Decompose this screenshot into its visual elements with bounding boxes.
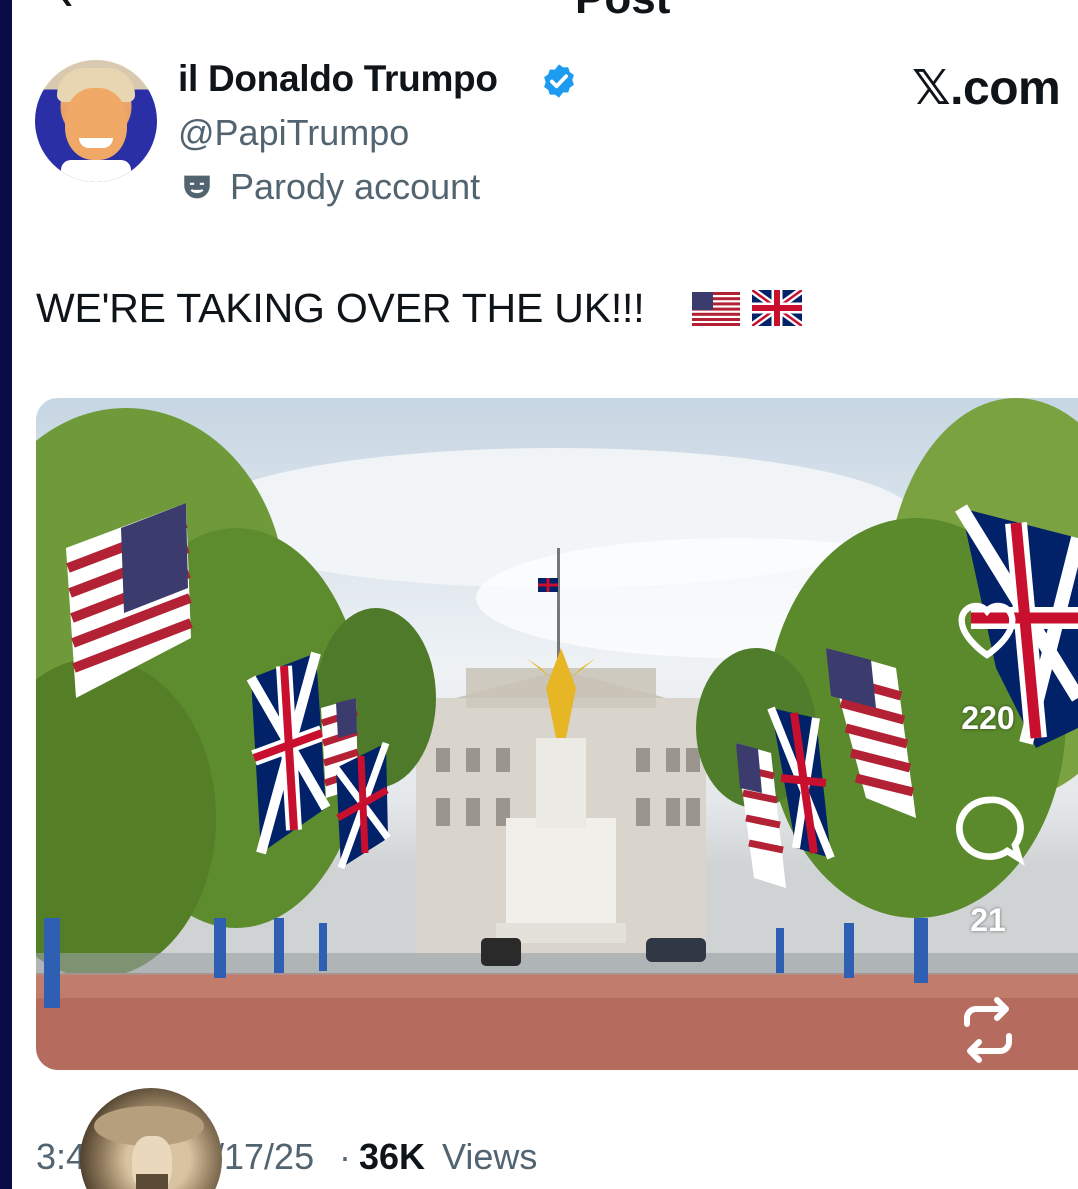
avatar-collar: [61, 160, 131, 182]
like-count: 220: [961, 700, 1015, 736]
avatar-smile: [79, 138, 113, 148]
x-com-logo: 𝕏.com: [912, 62, 1061, 115]
tweet-text: WE'RE TAKING OVER THE UK!!!: [36, 285, 645, 331]
author-handle[interactable]: @PapiTrumpo: [178, 112, 409, 154]
parody-mask-icon: [184, 175, 210, 199]
heart-icon[interactable]: [948, 590, 1026, 666]
comment-bubble-icon[interactable]: [948, 790, 1030, 870]
views-count[interactable]: 36K: [359, 1136, 425, 1178]
post-time[interactable]: 3:4: [36, 1136, 86, 1178]
parody-account-label: Parody account: [230, 166, 481, 207]
views-label: Views: [442, 1136, 538, 1177]
author-avatar[interactable]: [35, 60, 157, 182]
comment-count: 21: [970, 902, 1006, 938]
verified-badge-icon: [544, 64, 574, 98]
repost-icon[interactable]: [952, 990, 1024, 1070]
uk-flag-icon: [752, 290, 802, 326]
repost-count: 16: [971, 1108, 1005, 1141]
author-display-name[interactable]: il Donaldo Trumpo: [178, 58, 498, 100]
tweet-media-image[interactable]: [36, 398, 1078, 1070]
left-edge-bar: [0, 0, 12, 1189]
top-nav-bar: ‹ Post: [60, 0, 1020, 23]
side-action-bar: 220 21 16: [940, 590, 1040, 1150]
avatar-face: [65, 88, 127, 160]
back-button[interactable]: ‹: [60, 0, 73, 19]
commenter-avatar-overlay[interactable]: [80, 1088, 222, 1189]
mall-scene-illustration: [36, 398, 1078, 1070]
us-flag-icon: [692, 292, 740, 326]
page-title: Post: [575, 0, 670, 24]
avatar-beard: [136, 1174, 168, 1189]
post-date[interactable]: /17/25: [214, 1136, 314, 1178]
meta-separator: ·: [339, 1136, 351, 1177]
